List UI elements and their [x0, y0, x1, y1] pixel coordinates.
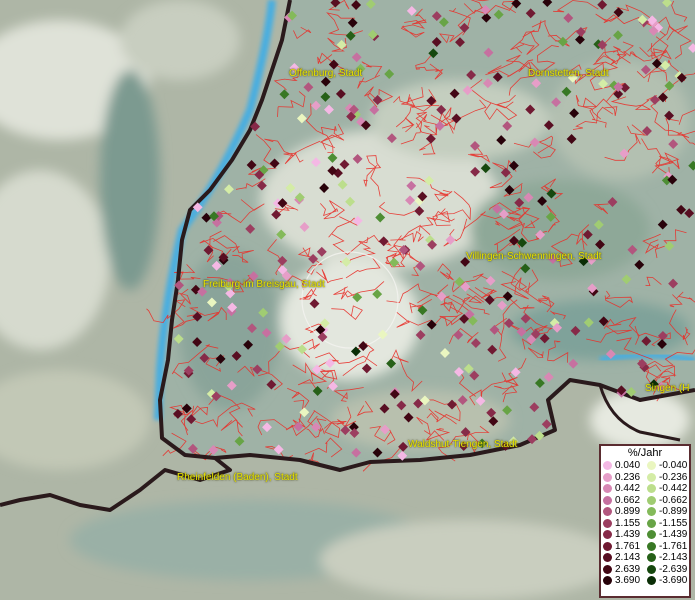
legend-entry-positive: 1.439: [601, 529, 645, 540]
legend-row: 1.439 -1.439: [601, 529, 689, 541]
legend-entry-negative: -2.639: [645, 564, 689, 575]
legend-label: -2.143: [659, 552, 688, 564]
legend-label: 0.040: [615, 460, 641, 472]
legend-label: 3.690: [615, 575, 641, 587]
legend-swatch-icon: [647, 553, 656, 563]
legend-swatch-icon: [647, 518, 656, 528]
legend-entry-positive: 2.143: [601, 552, 645, 563]
legend-entry-negative: -1.761: [645, 541, 689, 552]
legend-label: -1.439: [659, 529, 688, 541]
legend-entry-positive: 1.761: [601, 541, 645, 552]
legend-label: -1.761: [659, 540, 688, 552]
legend-swatch-icon: [647, 507, 656, 517]
legend-entry-negative: -0.040: [645, 460, 689, 471]
legend-title: %/Jahr: [627, 447, 663, 459]
legend-label: -0.442: [659, 483, 688, 495]
legend-label: -1.155: [659, 517, 688, 529]
legend-entry-positive: 0.236: [601, 472, 645, 483]
legend-swatch-icon: [603, 576, 612, 586]
city-label-rheinfelden: Rheinfelden (Baden), Stadt: [177, 472, 298, 483]
legend-swatch-icon: [647, 576, 656, 586]
legend-entry-negative: -0.442: [645, 483, 689, 494]
legend-entry-positive: 0.040: [601, 460, 645, 471]
legend-row: 0.040 -0.040: [601, 460, 689, 472]
city-label-waldshut: Waldshut-Tiengen, Stadt: [408, 439, 518, 450]
legend-swatch-icon: [603, 553, 612, 563]
legend-label: 0.662: [615, 494, 641, 506]
legend-swatch-icon: [603, 541, 612, 551]
legend-swatch-icon: [603, 495, 612, 505]
legend-swatch-icon: [647, 472, 656, 482]
legend-swatch-icon: [603, 472, 612, 482]
legend-row: 0.662 -0.662: [601, 495, 689, 507]
legend-entry-positive: 0.899: [601, 506, 645, 517]
legend-row: 2.639 -2.639: [601, 564, 689, 576]
legend-label: -0.236: [659, 471, 688, 483]
legend-label: 0.236: [615, 471, 641, 483]
legend-entry-positive: 0.442: [601, 483, 645, 494]
legend-entry-negative: -1.155: [645, 518, 689, 529]
legend-label: -0.662: [659, 494, 688, 506]
legend-label: 2.143: [615, 552, 641, 564]
legend-row: 0.442 -0.442: [601, 483, 689, 495]
legend-swatch-icon: [647, 530, 656, 540]
legend-label: -2.639: [659, 563, 688, 575]
legend-entry-positive: 3.690: [601, 575, 645, 586]
legend-row: 3.690 -3.690: [601, 575, 689, 587]
legend-swatch-icon: [603, 461, 612, 471]
legend-swatch-icon: [603, 518, 612, 528]
legend-label: -0.040: [659, 460, 688, 472]
legend-entry-negative: -0.662: [645, 495, 689, 506]
legend-entry-positive: 1.155: [601, 518, 645, 529]
legend-row: 2.143 -2.143: [601, 552, 689, 564]
legend-swatch-icon: [603, 564, 612, 574]
legend-swatch-icon: [647, 484, 656, 494]
legend-entry-negative: -3.690: [645, 575, 689, 586]
legend-entry-negative: -2.143: [645, 552, 689, 563]
legend-label: 1.761: [615, 540, 641, 552]
legend-label: 1.155: [615, 517, 641, 529]
city-label-offenburg: Offenburg, Stadt: [289, 68, 363, 79]
legend-swatch-icon: [603, 507, 612, 517]
legend-label: 2.639: [615, 563, 641, 575]
legend-swatch-icon: [647, 564, 656, 574]
legend-row: 1.761 -1.761: [601, 541, 689, 553]
city-label-singen: Singen (H: [645, 383, 690, 394]
legend-rows: 0.040 -0.040 0.236 -0.236 0.442 -0.442 0.662 -0…: [601, 460, 689, 587]
legend-row: 0.236 -0.236: [601, 472, 689, 484]
legend-swatch-icon: [647, 495, 656, 505]
legend-swatch-icon: [647, 461, 656, 471]
legend-entry-positive: 0.662: [601, 495, 645, 506]
legend-label: -3.690: [659, 575, 688, 587]
map-canvas[interactable]: [0, 0, 695, 600]
legend-swatch-icon: [647, 541, 656, 551]
city-label-villingen: Villingen-Schwenningen, Stadt: [466, 251, 602, 262]
legend-label: -0.899: [659, 506, 688, 518]
legend-entry-positive: 2.639: [601, 564, 645, 575]
legend-entry-negative: -0.899: [645, 506, 689, 517]
legend-row: 0.899 -0.899: [601, 506, 689, 518]
legend-label: 0.899: [615, 506, 641, 518]
legend-entry-negative: -0.236: [645, 472, 689, 483]
city-label-dornstetten: Dornstetten, Stadt: [528, 68, 609, 79]
map-legend: %/Jahr 0.040 -0.040 0.236 -0.236 0.442 -0.442…: [599, 444, 691, 598]
legend-label: 0.442: [615, 483, 641, 495]
legend-swatch-icon: [603, 484, 612, 494]
legend-entry-negative: -1.439: [645, 529, 689, 540]
city-label-freiburg: Freiburg im Breisgau, Stadt: [203, 279, 325, 290]
legend-label: 1.439: [615, 529, 641, 541]
legend-row: 1.155 -1.155: [601, 518, 689, 530]
legend-swatch-icon: [603, 530, 612, 540]
